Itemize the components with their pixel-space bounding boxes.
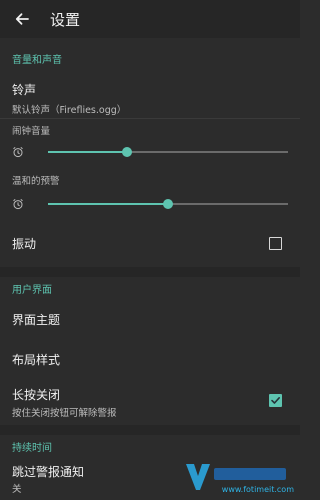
theme-setting[interactable]: 界面主题 [0, 299, 300, 339]
page-title: 设置 [50, 10, 81, 29]
gentle-alarm-thumb[interactable] [163, 199, 173, 209]
gentle-alarm-label: 温和的预警 [12, 176, 60, 187]
layout-style-setting[interactable]: 布局样式 [0, 339, 300, 379]
alarm-clock-icon [13, 147, 23, 158]
alarm-volume-label-row: 闹钟音量 [0, 119, 300, 137]
theme-title: 界面主题 [12, 312, 61, 327]
long-press-dismiss-setting[interactable]: 长按关闭 按住关闭按钮可解除警报 [0, 379, 300, 425]
checkmark-icon [271, 397, 280, 404]
alarm-volume-fill [48, 151, 128, 153]
alarm-volume-thumb[interactable] [122, 147, 133, 157]
section-header-ui: 用户界面 [12, 284, 52, 296]
watermark-text: www.fotimeit.com [221, 485, 294, 494]
gentle-alarm-slider[interactable] [48, 199, 288, 209]
alarm-volume-slider[interactable] [48, 147, 288, 157]
gentle-alarm-label-row: 温和的预警 [0, 167, 300, 189]
vibrate-checkbox[interactable] [269, 236, 282, 250]
long-press-title: 长按关闭 [12, 388, 61, 402]
section-separator [0, 425, 300, 435]
gentle-alarm-fill [48, 203, 168, 205]
alarm-clock-icon [13, 199, 23, 210]
long-press-checkbox[interactable] [269, 394, 282, 407]
gentle-alarm-slider-row [0, 189, 300, 219]
ringtone-value: 默认铃声（Fireflies.ogg） [12, 105, 127, 116]
layout-style-title: 布局样式 [12, 352, 61, 367]
section-header-duration: 持续时间 [12, 442, 52, 454]
ringtone-title: 铃声 [12, 83, 37, 97]
vibrate-title: 振动 [12, 236, 37, 251]
alarm-volume-slider-row [0, 137, 300, 167]
long-press-subtitle: 按住关闭按钮可解除警报 [12, 408, 117, 419]
back-arrow-icon[interactable] [12, 9, 32, 29]
app-bar: 设置 [0, 0, 300, 38]
section-separator [0, 267, 300, 277]
vibrate-setting[interactable]: 振动 [0, 219, 300, 267]
ringtone-setting[interactable]: 铃声 默认铃声（Fireflies.ogg） [0, 69, 300, 118]
alarm-volume-label: 闹钟音量 [12, 126, 51, 137]
section-header-sound: 音量和声音 [12, 55, 62, 66]
